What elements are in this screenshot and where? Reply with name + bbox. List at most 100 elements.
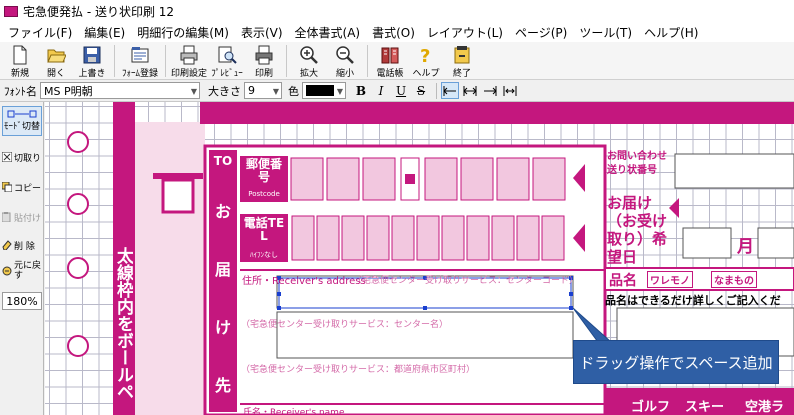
form-register-button[interactable]: ﾌｫｰﾑ登録 — [120, 43, 160, 79]
ski-tag: スキー — [685, 400, 725, 415]
center-name-hint: （宅急便センター受け取りサービス：センター名） — [241, 320, 449, 330]
main-toolbar: 新規 開く 上書き ﾌｫｰﾑ登録 印刷設定 ﾌﾟﾚﾋﾞｭｰ 印刷 拡大 縮小 電… — [0, 42, 794, 80]
align-left-button[interactable] — [441, 82, 459, 99]
paste-button[interactable]: 貼付け — [2, 204, 42, 230]
exit-icon — [454, 46, 470, 64]
month-label: 月 — [737, 237, 754, 257]
punch-hole — [67, 257, 89, 279]
cut-button[interactable]: 切取り — [2, 144, 42, 170]
menu-page[interactable]: ページ(P) — [509, 24, 573, 41]
punch-hole — [67, 193, 89, 215]
to-label: TO — [213, 154, 233, 168]
zoom-out-label: 縮小 — [335, 69, 354, 79]
help-label: ヘルプ — [412, 69, 440, 79]
window-title: 宅急便発払 - 送り状印刷 12 — [23, 4, 175, 19]
menu-tools[interactable]: ツール(T) — [573, 24, 638, 41]
zoom-in-label: 拡大 — [299, 69, 318, 79]
overwrite-button[interactable]: 上書き — [75, 43, 109, 79]
prefecture-hint: （宅急便センター受け取りサービス：都道府県市区町村） — [241, 365, 476, 375]
postal-digit-boxes — [290, 157, 585, 201]
cut-label: 切取り — [14, 153, 42, 164]
font-name-select[interactable]: MS P明朝 ▼ — [40, 82, 200, 99]
open-label: 開く — [46, 69, 65, 79]
chevron-down-icon: ▼ — [190, 87, 197, 96]
menu-edit[interactable]: 編集(E) — [78, 24, 131, 41]
undo-label: 元に戻す — [14, 261, 42, 281]
zoom-out-button[interactable]: 縮小 — [328, 43, 362, 79]
font-name-value: MS P明朝 — [44, 84, 93, 98]
preview-label: ﾌﾟﾚﾋﾞｭｰ — [211, 69, 243, 79]
menu-format[interactable]: 書式(O) — [366, 24, 421, 41]
print-setting-label: 印刷設定 — [171, 69, 208, 79]
align-center-button[interactable] — [461, 82, 479, 99]
menu-detail-edit[interactable]: 明細行の編集(M) — [131, 24, 235, 41]
menu-help[interactable]: ヘルプ(H) — [638, 24, 704, 41]
paste-icon — [2, 212, 11, 222]
delete-button[interactable]: 削 除 — [2, 232, 42, 258]
title-bar: 宅急便発払 - 送り状印刷 12 — [0, 0, 794, 22]
align-center-icon — [463, 85, 477, 96]
item-hint: 品名はできるだけ詳しくご記入くだ — [605, 294, 781, 307]
center-code-hint: （宅急便センター受け取りサービス：センターコード） — [353, 276, 579, 286]
phonebook-button[interactable]: 電話帳 — [373, 43, 407, 79]
menu-global-format[interactable]: 全体書式(A) — [289, 24, 367, 41]
delivery-date-label: お届け（お受け取り）希望日 — [607, 194, 668, 266]
open-button[interactable]: 開く — [39, 43, 73, 79]
print-label: 印刷 — [254, 69, 273, 79]
color-swatch — [306, 85, 334, 96]
copy-label: コピー — [14, 183, 42, 194]
save-icon — [83, 46, 101, 64]
chevron-down-icon: ▼ — [272, 87, 279, 96]
callout-text: ドラッグ操作でスペース追加 — [579, 353, 773, 372]
menu-layout[interactable]: レイアウト(L) — [421, 24, 509, 41]
print-button[interactable]: 印刷 — [247, 43, 281, 79]
align-justify-icon — [503, 85, 517, 96]
undo-button[interactable]: 元に戻す — [2, 258, 42, 284]
app-icon — [4, 5, 18, 17]
menu-bar: ファイル(F) 編集(E) 明細行の編集(M) 表示(V) 全体書式(A) 書式… — [0, 22, 794, 42]
toolbar-divider — [114, 45, 115, 77]
toolbar-divider — [367, 45, 368, 77]
zoom-level[interactable]: 180% — [2, 292, 42, 310]
preview-button[interactable]: ﾌﾟﾚﾋﾞｭｰ — [209, 43, 245, 79]
chevron-down-icon: ▼ — [336, 87, 343, 96]
to-char: お — [214, 202, 231, 221]
fragile-tag: ワレモノ — [647, 271, 693, 288]
exit-button[interactable]: 終了 — [445, 43, 479, 79]
bold-button[interactable]: B — [352, 82, 370, 99]
zoom-in-icon — [300, 46, 318, 64]
overwrite-label: 上書き — [78, 69, 106, 79]
zoom-in-button[interactable]: 拡大 — [292, 43, 326, 79]
font-name-label: ﾌｫﾝﾄ名 — [4, 84, 37, 98]
color-label: 色 — [288, 84, 299, 98]
postal-label: 郵便番号 — [245, 157, 282, 184]
new-button[interactable]: 新規 — [3, 43, 37, 79]
toolbar-divider — [286, 45, 287, 77]
mode-switch-button[interactable]: ﾓｰﾄﾞ切替 — [2, 106, 42, 136]
to-char: 先 — [214, 376, 231, 395]
align-right-button[interactable] — [481, 82, 499, 99]
font-size-select[interactable]: 9 ▼ — [244, 82, 282, 99]
help-icon: ? — [420, 46, 430, 65]
tel-label: 電話TEL — [243, 216, 285, 243]
strikethrough-button[interactable]: S — [412, 82, 430, 99]
phonebook-label: 電話帳 — [376, 69, 404, 79]
align-justify-button[interactable] — [501, 82, 519, 99]
menu-view[interactable]: 表示(V) — [235, 24, 289, 41]
svg-text:?: ? — [420, 46, 430, 65]
airport-tag: 空港ラ — [745, 400, 785, 415]
copy-button[interactable]: コピー — [2, 174, 42, 200]
help-button[interactable]: ? ヘルプ — [409, 43, 443, 79]
exit-label: 終了 — [452, 69, 471, 79]
print-setting-icon — [180, 45, 198, 65]
item-name-label: 品名 — [609, 273, 637, 289]
inquiry-label: お問い合わせ送り状番号 — [607, 151, 667, 176]
underline-button[interactable]: U — [392, 82, 410, 99]
form-canvas[interactable]: 太線枠内をボールペ TO お 届 け 先 郵便番号 Postcode 電話TEL… — [45, 102, 794, 415]
form-register-label: ﾌｫｰﾑ登録 — [121, 69, 158, 79]
align-right-icon — [484, 85, 497, 96]
color-select[interactable]: ▼ — [302, 82, 346, 99]
print-setting-button[interactable]: 印刷設定 — [171, 43, 207, 79]
italic-button[interactable]: I — [372, 82, 390, 99]
menu-file[interactable]: ファイル(F) — [2, 24, 78, 41]
